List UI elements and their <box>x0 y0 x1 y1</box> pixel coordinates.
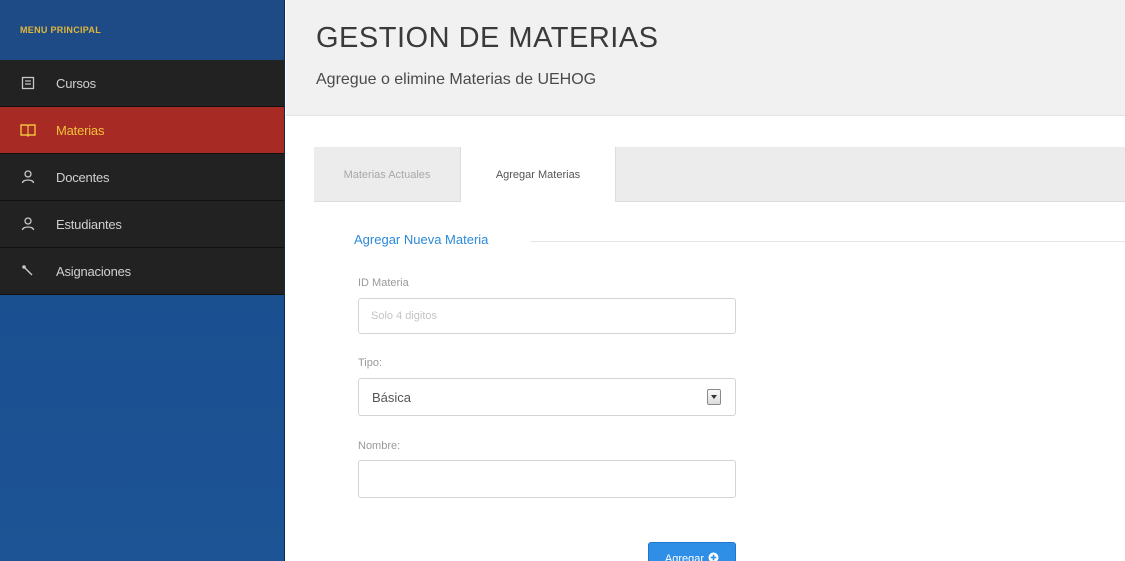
page-subtitle: Agregue o elimine Materias de UEHOG <box>316 71 597 88</box>
nombre-input[interactable] <box>358 460 736 498</box>
id-materia-input[interactable] <box>358 298 736 334</box>
agregar-button[interactable]: Agregar <box>648 542 736 561</box>
sidebar-item-estudiantes[interactable]: Estudiantes <box>0 201 284 248</box>
wrench-icon <box>18 261 38 281</box>
sidebar-item-asignaciones[interactable]: Asignaciones <box>0 248 284 295</box>
sidebar-item-materias[interactable]: Materias <box>0 107 284 154</box>
sidebar-item-cursos[interactable]: Cursos <box>0 60 284 107</box>
tabs-bar: Materias Actuales Agregar Materias <box>314 147 1125 203</box>
sidebar-header: MENU PRINCIPAL <box>0 0 284 60</box>
sidebar: MENU PRINCIPAL Cursos Materias Docentes … <box>0 0 285 561</box>
user-icon <box>18 167 38 187</box>
sidebar-menu: Cursos Materias Docentes Estudiantes Asi… <box>0 60 284 295</box>
nombre-label: Nombre: <box>358 440 401 452</box>
agregar-button-label: Agregar <box>664 553 705 561</box>
form-legend: Agregar Nueva Materia <box>354 232 489 247</box>
book-icon <box>18 120 38 140</box>
main-content: GESTION DE MATERIAS Agregue o elimine Ma… <box>286 0 1125 561</box>
tab-agregar-materias[interactable]: Agregar Materias <box>460 147 616 203</box>
id-materia-label: ID Materia <box>358 277 409 289</box>
sidebar-item-docentes[interactable]: Docentes <box>0 154 284 201</box>
sidebar-item-label: Asignaciones <box>56 263 131 279</box>
user-icon <box>18 214 38 234</box>
sidebar-item-label: Docentes <box>56 169 110 185</box>
list-icon <box>18 73 38 93</box>
tipo-selected-value: Básica <box>372 389 412 405</box>
legend-divider <box>530 241 1125 242</box>
add-subject-form: Agregar Nueva Materia ID Materia Tipo: B… <box>314 202 1125 561</box>
sidebar-item-label: Materias <box>56 122 105 138</box>
page-header: GESTION DE MATERIAS Agregue o elimine Ma… <box>286 0 1125 116</box>
tipo-label: Tipo: <box>358 357 383 369</box>
tab-materias-actuales[interactable]: Materias Actuales <box>314 147 460 202</box>
plus-circle-icon <box>708 552 719 561</box>
sidebar-item-label: Estudiantes <box>56 216 122 232</box>
chevron-down-icon[interactable] <box>707 389 721 405</box>
sidebar-item-label: Cursos <box>56 75 96 91</box>
tipo-select[interactable]: Básica <box>358 378 736 416</box>
page-title: GESTION DE MATERIAS <box>316 22 659 54</box>
